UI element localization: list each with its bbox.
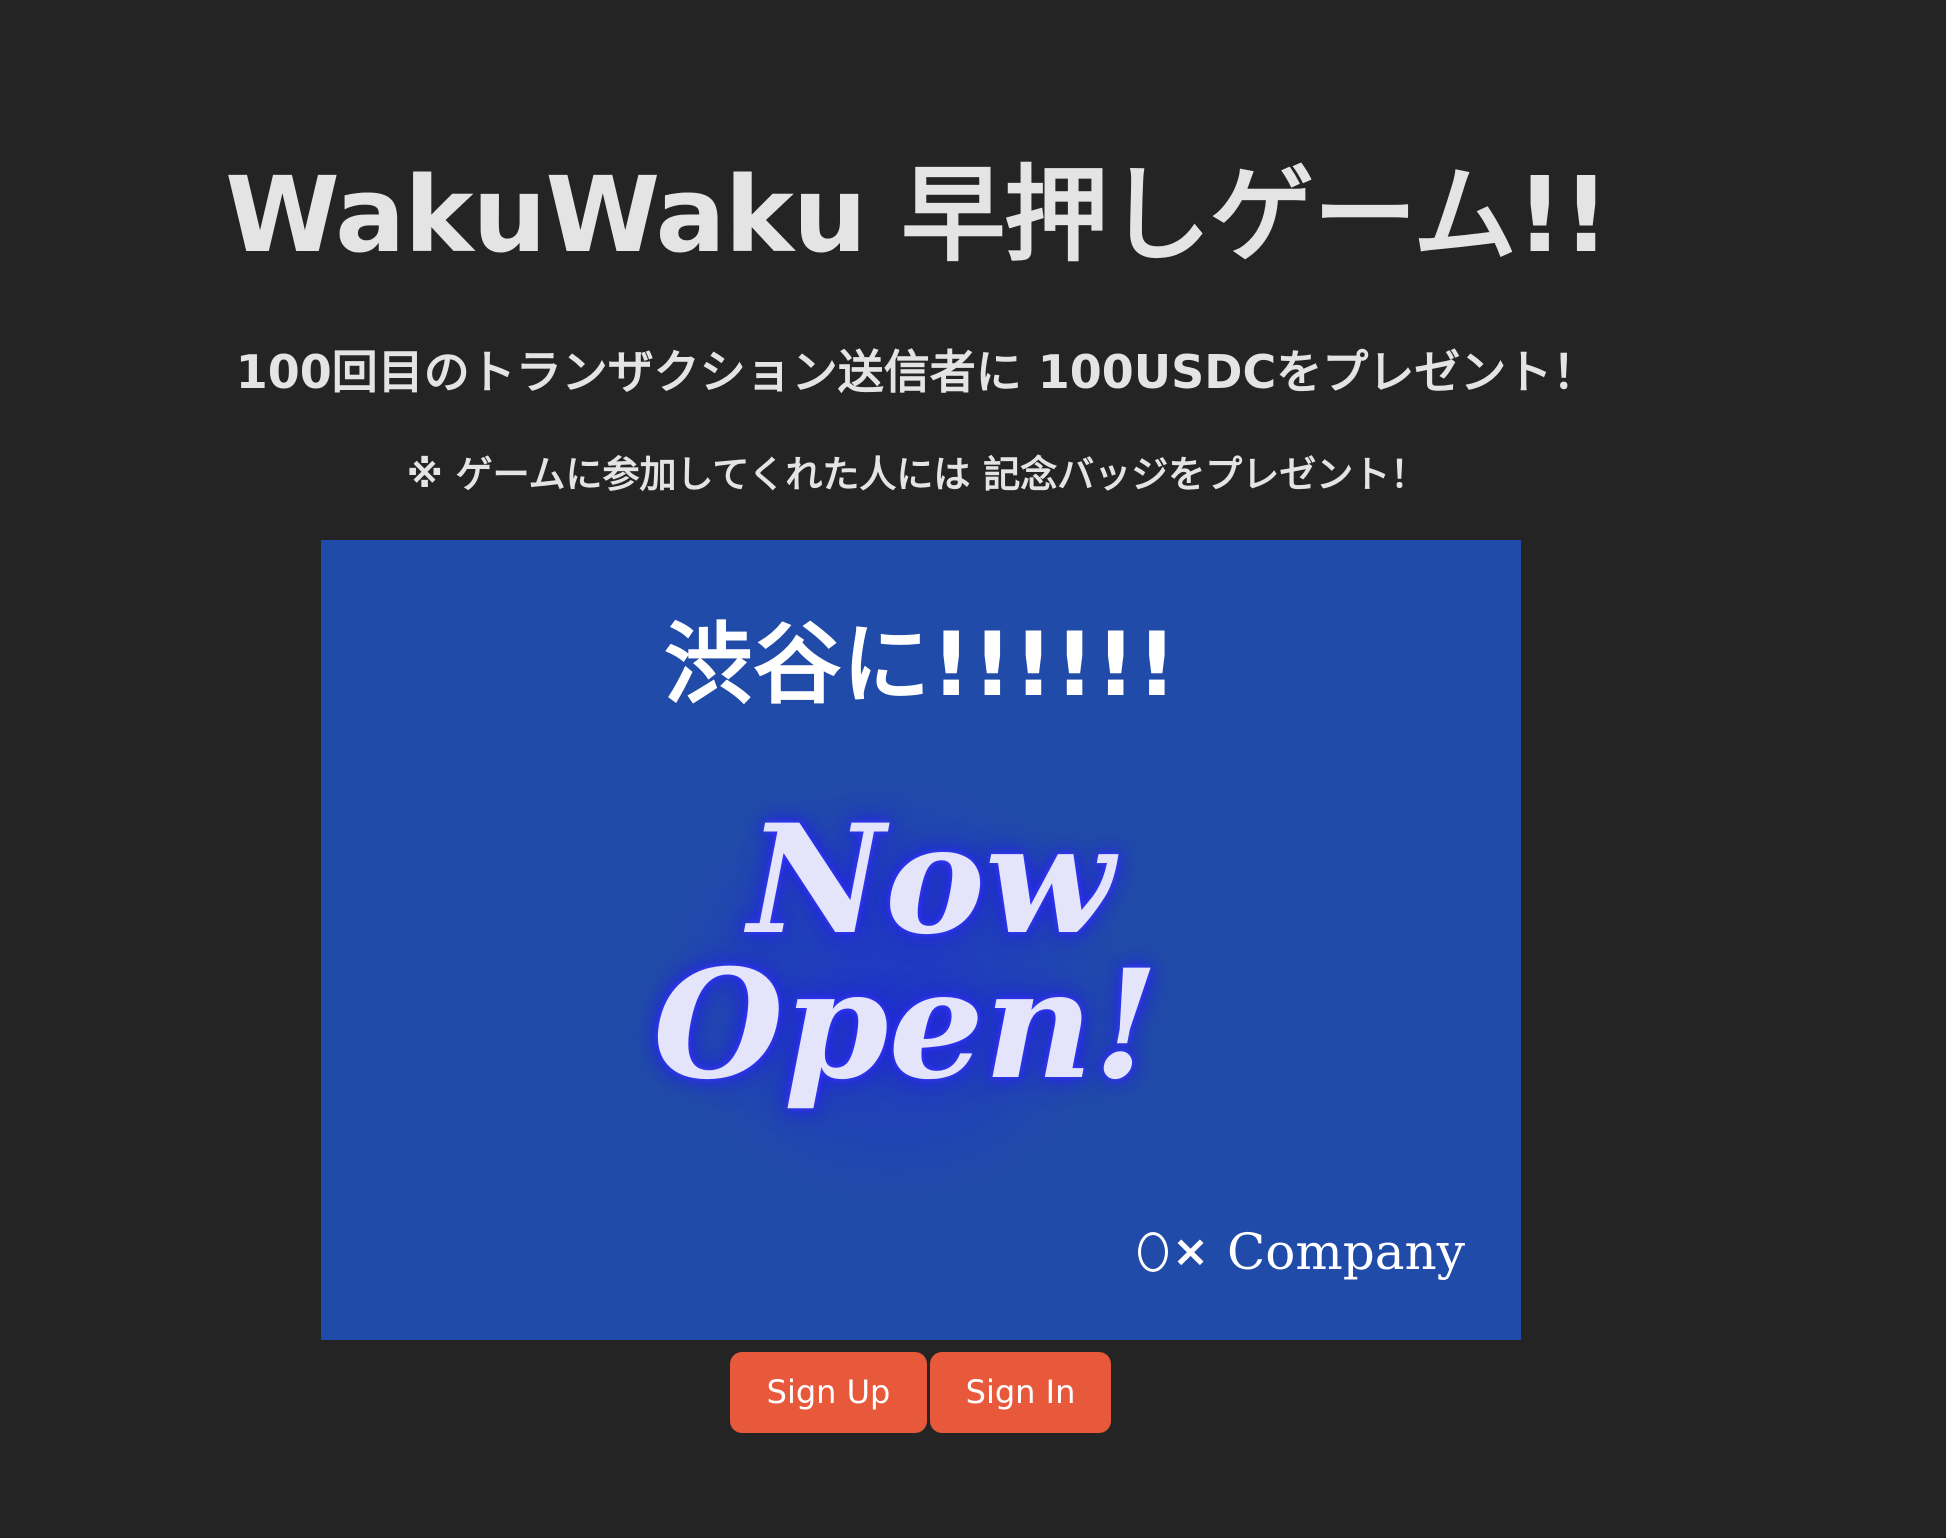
company-name: Company: [1226, 1223, 1465, 1281]
sign-up-button[interactable]: Sign Up: [730, 1352, 927, 1433]
sign-in-button[interactable]: Sign In: [930, 1352, 1111, 1433]
banner-heading: 渋谷に!!!!!!: [664, 613, 1178, 716]
page-title: WakuWaku 早押しゲーム!!: [225, 154, 1610, 276]
page-note: ※ ゲームに参加してくれた人には 記念バッジをプレゼント！: [406, 453, 1428, 496]
page-subtitle: 100回目のトランザクション送信者に 100USDCをプレゼント！: [235, 345, 1599, 399]
promo-banner-image: 渋谷に!!!!!! Now Open! × Company: [321, 540, 1521, 1340]
circle-mark-icon: [1138, 1232, 1169, 1272]
neon-text-open: Open!: [653, 937, 1159, 1113]
company-logo: × Company: [1138, 1222, 1465, 1282]
neon-text-now: Now: [747, 792, 1115, 968]
cross-mark-icon: ×: [1172, 1226, 1209, 1277]
auth-actions: Sign Up Sign In: [730, 1352, 1111, 1433]
company-mark: ×: [1138, 1222, 1209, 1282]
